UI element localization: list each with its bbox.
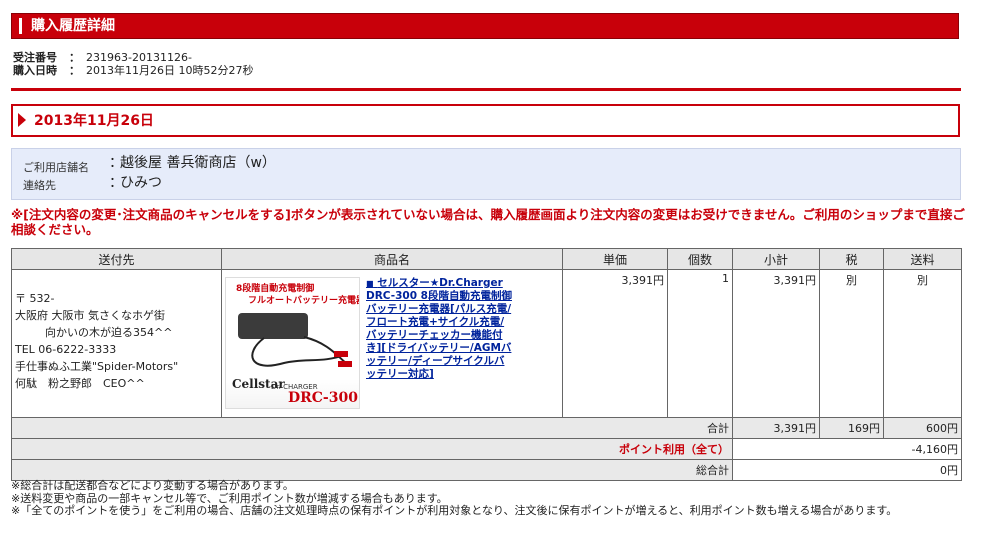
product-name-link[interactable]: ■ セルスター★Dr.Charger DRC-300 8段階自動充電制御バッテリ… — [366, 277, 514, 381]
points-label-cell: ポイント利用（全て） — [11, 438, 733, 460]
product-icon: ■ — [366, 279, 374, 288]
col-header-tax: 税 — [819, 248, 884, 270]
header-accent-bar — [19, 18, 22, 34]
order-date-colon: ： — [69, 64, 80, 77]
order-number-row: 受注番号 ： 231963-20131126- — [13, 51, 253, 64]
total-label: 合計 — [11, 417, 733, 439]
total-subtotal: 3,391円 — [732, 417, 820, 439]
col-header-quantity: 個数 — [667, 248, 733, 270]
subtotal-cell: 3,391円 — [732, 269, 820, 418]
charger-cable-graphic — [251, 336, 352, 367]
shop-contact-value: ひみつ — [120, 175, 162, 191]
table-row: 〒 532- 大阪府 大阪市 気さくなホゲ街 向かいの木が迫る354^^ TEL… — [11, 269, 962, 418]
col-header-product: 商品名 — [221, 248, 563, 270]
total-tax: 169円 — [819, 417, 884, 439]
order-date-row: 購入日時 ： 2013年11月26日 10時52分27秒 — [13, 64, 253, 77]
shop-name-label: ご利用店舗名 — [23, 161, 89, 174]
col-header-shipping: 送料 — [883, 248, 962, 270]
product-cell: 8段階自動充電制御 フルオートバッテリー充電器 Cellstar Dr. CHA… — [221, 269, 563, 418]
cancel-warning: ※[注文内容の変更･注文商品のキャンセルをする]ボタンが表示されていない場合は、… — [11, 207, 965, 237]
shipping-company: 手仕事ぬふ工業"Spider-Motors" — [15, 360, 179, 373]
col-header-subtotal: 小計 — [732, 248, 820, 270]
order-meta: 受注番号 ： 231963-20131126- 購入日時 ： 2013年11月26日 1… — [13, 51, 253, 77]
total-row: 合計 3,391円 169円 600円 — [11, 417, 962, 439]
notes: ※総合計は配送都合などにより変動する場合があります。 ※送料変更や商品の一部キャ… — [11, 479, 898, 518]
shop-info: ご利用店舗名 ： 越後屋 善兵衛商店（w） 連絡先 ： ひみつ — [11, 148, 961, 200]
quantity-cell: 1 — [667, 269, 733, 418]
grand-total-value: 0円 — [732, 459, 962, 481]
grand-total-label: 総合計 — [11, 459, 733, 481]
points-label: ポイント利用（全て） — [619, 443, 729, 456]
unit-price-cell: 3,391円 — [562, 269, 668, 418]
points-value: -4,160円 — [732, 438, 962, 460]
triangle-right-icon — [18, 113, 26, 127]
product-image[interactable]: 8段階自動充電制御 フルオートバッテリー充電器 Cellstar Dr. CHA… — [225, 277, 360, 409]
order-number-label: 受注番号 — [13, 51, 57, 64]
order-date-heading: 2013年11月26日 — [34, 113, 154, 129]
table-header-row: 送付先 商品名 単価 個数 小計 税 送料 — [11, 248, 962, 270]
points-row: ポイント利用（全て） -4,160円 — [11, 438, 962, 460]
order-number-value: 231963-20131126- — [86, 51, 192, 64]
grand-total-row: 総合計 0円 — [11, 459, 962, 481]
product-name-text: セルスター★Dr.Charger DRC-300 8段階自動充電制御バッテリー充… — [366, 277, 512, 380]
shipping-fee-cell: 別 — [883, 269, 962, 418]
order-table: 送付先 商品名 単価 個数 小計 税 送料 〒 532- 大阪府 大阪市 気さく… — [11, 248, 962, 481]
col-header-unit-price: 単価 — [562, 248, 668, 270]
shipping-tel: TEL 06-6222-3333 — [15, 343, 117, 356]
shop-contact-label: 連絡先 — [23, 179, 56, 192]
product-image-model: DRC-300 — [288, 390, 358, 406]
order-number-colon: ： — [69, 51, 80, 64]
shipping-postal: 〒 532- — [15, 292, 55, 305]
note-item: ※総合計は配送都合などにより変動する場合があります。 — [11, 479, 294, 492]
shipping-address-line2: 向かいの木が迫る354^^ — [45, 326, 173, 339]
shipping-person: 何駄 粉之野郎 CEO^^ — [15, 377, 145, 390]
shipping-address-line1: 大阪府 大阪市 気さくなホゲ街 — [15, 309, 165, 322]
shop-name-value: 越後屋 善兵衛商店（w） — [120, 155, 276, 171]
shipping-address-cell: 〒 532- 大阪府 大阪市 気さくなホゲ街 向かいの木が迫る354^^ TEL… — [11, 269, 222, 418]
section-divider — [11, 88, 961, 91]
order-date-label: 購入日時 — [13, 64, 57, 77]
col-header-shipto: 送付先 — [11, 248, 222, 270]
tax-cell: 別 — [819, 269, 884, 418]
note-item: ※「全てのポイントを使う」をご利用の場合、店舗の注文処理時点の保有ポイントが利用… — [11, 504, 898, 518]
order-date-bar: 2013年11月26日 — [11, 104, 960, 137]
product-image-text2: フルオートバッテリー充電器 — [248, 296, 360, 306]
order-date-value: 2013年11月26日 10時52分27秒 — [86, 64, 254, 77]
page-title: 購入履歴詳細 — [31, 18, 115, 34]
total-shipping: 600円 — [883, 417, 962, 439]
page-header: 購入履歴詳細 — [11, 13, 959, 39]
